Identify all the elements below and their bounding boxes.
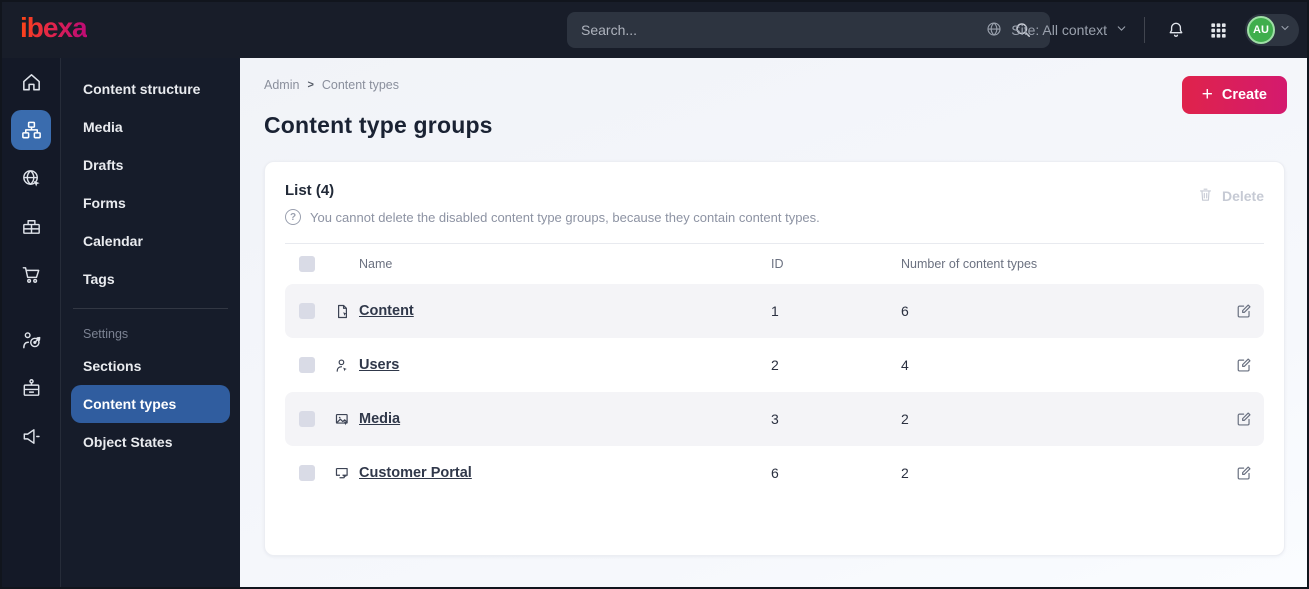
group-count: 4 bbox=[901, 357, 909, 373]
edit-icon[interactable] bbox=[1224, 464, 1264, 482]
helper-note: ? You cannot delete the disabled content… bbox=[285, 209, 820, 225]
topbar: ibexa Site: All context bbox=[2, 2, 1307, 58]
topbar-right-cluster: Site: All context AU bbox=[985, 2, 1299, 58]
personalization-target-icon[interactable] bbox=[11, 320, 51, 360]
campaign-megaphone-icon[interactable] bbox=[11, 416, 51, 456]
sidebar-item-object-states[interactable]: Object States bbox=[71, 423, 230, 461]
main-content: Admin > Content types + Create Content t… bbox=[240, 58, 1307, 587]
chevron-down-icon bbox=[1115, 22, 1128, 38]
content-type-groups-table: Name ID Number of content types Content … bbox=[285, 243, 1264, 500]
column-header-count: Number of content types bbox=[901, 257, 1038, 271]
bell-icon[interactable] bbox=[1161, 15, 1191, 45]
sidebar-item-calendar[interactable]: Calendar bbox=[71, 222, 230, 260]
ibexa-logo: ibexa bbox=[20, 12, 88, 43]
site-context-label: Site: All context bbox=[1011, 22, 1107, 38]
group-count: 2 bbox=[901, 465, 909, 481]
sidebar-item-media[interactable]: Media bbox=[71, 108, 230, 146]
sidebar-item-tags[interactable]: Tags bbox=[71, 260, 230, 298]
file-icon bbox=[325, 303, 359, 320]
plus-icon: + bbox=[1201, 83, 1213, 105]
sidebar-item-content-structure[interactable]: Content structure bbox=[71, 70, 230, 108]
list-title: List (4) bbox=[285, 182, 335, 199]
group-link[interactable]: Users bbox=[359, 357, 399, 373]
user-menu[interactable]: AU bbox=[1245, 14, 1299, 46]
page-title: Content type groups bbox=[264, 112, 493, 138]
sidebar: Content structure Media Drafts Forms Cal… bbox=[60, 58, 240, 587]
edit-icon[interactable] bbox=[1224, 410, 1264, 428]
group-count: 2 bbox=[901, 411, 909, 427]
group-count: 6 bbox=[901, 303, 909, 319]
create-button-label: Create bbox=[1221, 87, 1267, 103]
row-checkbox[interactable] bbox=[299, 357, 315, 373]
helper-text: You cannot delete the disabled content t… bbox=[310, 209, 820, 225]
search-input[interactable] bbox=[581, 22, 1008, 38]
group-link[interactable]: Customer Portal bbox=[359, 465, 472, 481]
row-checkbox[interactable] bbox=[299, 411, 315, 427]
table-row: Media 3 2 bbox=[285, 392, 1264, 446]
monitor-icon bbox=[325, 465, 359, 482]
group-link[interactable]: Content bbox=[359, 303, 414, 319]
create-button[interactable]: + Create bbox=[1181, 76, 1287, 114]
delete-button-label: Delete bbox=[1221, 188, 1264, 204]
table-header-row: Name ID Number of content types bbox=[285, 244, 1264, 284]
row-checkbox[interactable] bbox=[299, 303, 315, 319]
icon-rail bbox=[2, 58, 60, 587]
table-row: Users 2 4 bbox=[285, 338, 1264, 392]
row-checkbox[interactable] bbox=[299, 465, 315, 481]
sidebar-item-forms[interactable]: Forms bbox=[71, 184, 230, 222]
content-type-groups-card: List (4) ? You cannot delete the disable… bbox=[264, 161, 1285, 556]
sidebar-item-content-types[interactable]: Content types bbox=[71, 385, 230, 423]
column-header-name: Name bbox=[359, 257, 393, 271]
column-header-id: ID bbox=[771, 257, 784, 271]
group-link[interactable]: Media bbox=[359, 411, 400, 427]
table-row: Content 1 6 bbox=[285, 284, 1264, 338]
table-row: Customer Portal 6 2 bbox=[285, 446, 1264, 500]
topbar-divider bbox=[1144, 17, 1145, 43]
sidebar-section-settings: Settings bbox=[83, 327, 129, 341]
group-id: 1 bbox=[771, 303, 779, 319]
sidebar-item-drafts[interactable]: Drafts bbox=[71, 146, 230, 184]
app-window: ibexa Site: All context bbox=[0, 0, 1309, 589]
edit-icon[interactable] bbox=[1224, 356, 1264, 374]
trash-icon bbox=[1197, 186, 1214, 206]
sidebar-item-sections[interactable]: Sections bbox=[71, 347, 230, 385]
avatar: AU bbox=[1247, 16, 1275, 44]
group-id: 6 bbox=[771, 465, 779, 481]
content-structure-icon[interactable] bbox=[11, 110, 51, 150]
group-id: 2 bbox=[771, 357, 779, 373]
image-icon bbox=[325, 411, 359, 428]
products-icon[interactable] bbox=[11, 206, 51, 246]
breadcrumb-separator: > bbox=[307, 79, 314, 91]
card-header: List (4) ? You cannot delete the disable… bbox=[285, 182, 1264, 225]
commerce-cart-icon[interactable] bbox=[11, 254, 51, 294]
select-all-checkbox[interactable] bbox=[299, 256, 315, 272]
group-id: 3 bbox=[771, 411, 779, 427]
global-search[interactable] bbox=[567, 12, 1050, 48]
app-grid-icon[interactable] bbox=[1203, 15, 1233, 45]
breadcrumb-admin[interactable]: Admin bbox=[264, 78, 299, 92]
question-icon: ? bbox=[285, 209, 301, 225]
site-context-selector[interactable]: Site: All context bbox=[985, 20, 1128, 41]
user-icon bbox=[325, 357, 359, 374]
chevron-down-icon bbox=[1279, 21, 1291, 39]
breadcrumb: Admin > Content types bbox=[264, 78, 1285, 92]
site-globe-icon[interactable] bbox=[11, 158, 51, 198]
workflow-case-icon[interactable] bbox=[11, 368, 51, 408]
breadcrumb-content-types: Content types bbox=[321, 78, 400, 92]
delete-button[interactable]: Delete bbox=[1197, 186, 1264, 206]
edit-icon[interactable] bbox=[1224, 302, 1264, 320]
globe-icon bbox=[985, 20, 1003, 41]
home-icon[interactable] bbox=[11, 62, 51, 102]
sidebar-divider bbox=[73, 308, 228, 309]
